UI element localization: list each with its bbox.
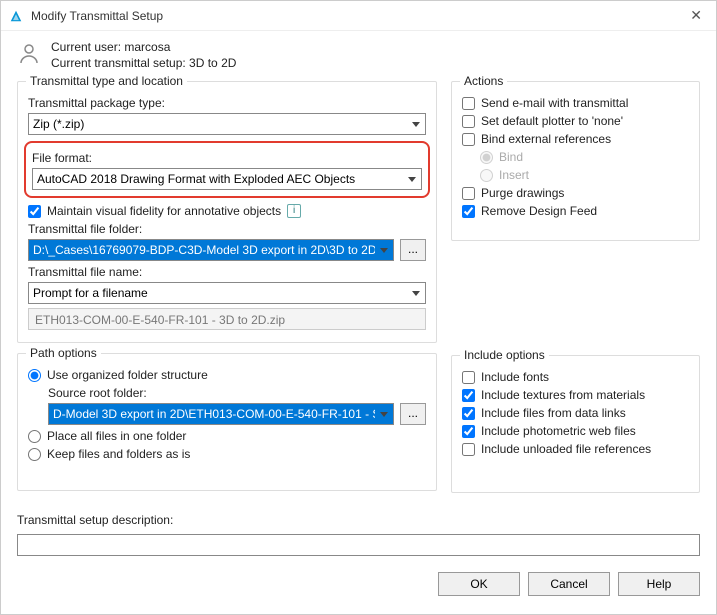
keep-files-label: Keep files and folders as is bbox=[47, 447, 190, 461]
file-format-highlight: File format: AutoCAD 2018 Drawing Format… bbox=[24, 141, 430, 198]
file-folder-select[interactable]: D:\_Cases\16769079-BDP-C3D-Model 3D expo… bbox=[28, 239, 394, 261]
user-info: Current user: marcosa Current transmitta… bbox=[17, 39, 700, 71]
current-setup-label: Current transmittal setup: 3D to 2D bbox=[51, 55, 236, 71]
close-icon[interactable]: ✕ bbox=[684, 7, 708, 24]
remove-feed-label: Remove Design Feed bbox=[481, 204, 597, 218]
package-type-select[interactable]: Zip (*.zip) bbox=[28, 113, 426, 135]
default-plotter-checkbox[interactable] bbox=[462, 115, 475, 128]
include-textures-label: Include textures from materials bbox=[481, 388, 645, 402]
remove-feed-checkbox[interactable] bbox=[462, 205, 475, 218]
package-type-label: Transmittal package type: bbox=[28, 96, 426, 110]
place-all-label: Place all files in one folder bbox=[47, 429, 186, 443]
maintain-fidelity-checkbox[interactable] bbox=[28, 205, 41, 218]
bind-label: Bind bbox=[499, 150, 523, 164]
group-title-actions: Actions bbox=[460, 74, 507, 88]
insert-radio bbox=[480, 169, 493, 182]
readonly-file-name: ETH013-COM-00-E-540-FR-101 - 3D to 2D.zi… bbox=[28, 308, 426, 330]
keep-files-radio[interactable] bbox=[28, 448, 41, 461]
cancel-button[interactable]: Cancel bbox=[528, 572, 610, 596]
file-name-select[interactable]: Prompt for a filename bbox=[28, 282, 426, 304]
default-plotter-label: Set default plotter to 'none' bbox=[481, 114, 623, 128]
file-folder-label: Transmittal file folder: bbox=[28, 222, 426, 236]
description-label: Transmittal setup description: bbox=[17, 513, 700, 527]
source-root-select[interactable]: D-Model 3D export in 2D\ETH013-COM-00-E-… bbox=[48, 403, 394, 425]
include-textures-checkbox[interactable] bbox=[462, 389, 475, 402]
browse-source-button[interactable]: ... bbox=[400, 403, 426, 425]
purge-label: Purge drawings bbox=[481, 186, 564, 200]
file-name-label: Transmittal file name: bbox=[28, 265, 426, 279]
group-actions: Actions Send e-mail with transmittal Set… bbox=[451, 81, 700, 241]
current-user-label: Current user: marcosa bbox=[51, 39, 236, 55]
include-unloaded-label: Include unloaded file references bbox=[481, 442, 651, 456]
include-photometric-checkbox[interactable] bbox=[462, 425, 475, 438]
include-datalinks-checkbox[interactable] bbox=[462, 407, 475, 420]
titlebar: Modify Transmittal Setup ✕ bbox=[1, 1, 716, 31]
info-icon[interactable]: i bbox=[287, 204, 301, 218]
include-datalinks-label: Include files from data links bbox=[481, 406, 626, 420]
group-include-options: Include options Include fonts Include te… bbox=[451, 355, 700, 493]
include-unloaded-checkbox[interactable] bbox=[462, 443, 475, 456]
bind-radio bbox=[480, 151, 493, 164]
app-icon bbox=[9, 9, 23, 23]
source-root-label: Source root folder: bbox=[48, 386, 426, 400]
dialog-buttons: OK Cancel Help bbox=[1, 566, 716, 608]
insert-label: Insert bbox=[499, 168, 529, 182]
file-format-select[interactable]: AutoCAD 2018 Drawing Format with Explode… bbox=[32, 168, 422, 190]
ok-button[interactable]: OK bbox=[438, 572, 520, 596]
help-button[interactable]: Help bbox=[618, 572, 700, 596]
window-title: Modify Transmittal Setup bbox=[31, 9, 684, 23]
send-email-checkbox[interactable] bbox=[462, 97, 475, 110]
include-photometric-label: Include photometric web files bbox=[481, 424, 636, 438]
bind-xrefs-label: Bind external references bbox=[481, 132, 611, 146]
group-type-location: Transmittal type and location Transmitta… bbox=[17, 81, 437, 343]
purge-checkbox[interactable] bbox=[462, 187, 475, 200]
use-organized-label: Use organized folder structure bbox=[47, 368, 208, 382]
bind-xrefs-checkbox[interactable] bbox=[462, 133, 475, 146]
description-input[interactable] bbox=[17, 534, 700, 556]
include-fonts-checkbox[interactable] bbox=[462, 371, 475, 384]
use-organized-radio[interactable] bbox=[28, 369, 41, 382]
browse-folder-button[interactable]: ... bbox=[400, 239, 426, 261]
group-title-path: Path options bbox=[26, 346, 101, 360]
send-email-label: Send e-mail with transmittal bbox=[481, 96, 628, 110]
group-title-include: Include options bbox=[460, 348, 549, 362]
place-all-radio[interactable] bbox=[28, 430, 41, 443]
maintain-fidelity-label: Maintain visual fidelity for annotative … bbox=[47, 204, 281, 218]
user-icon bbox=[17, 41, 41, 65]
group-path-options: Path options Use organized folder struct… bbox=[17, 353, 437, 491]
group-title-type-loc: Transmittal type and location bbox=[26, 74, 187, 88]
include-fonts-label: Include fonts bbox=[481, 370, 549, 384]
file-format-label: File format: bbox=[32, 151, 422, 165]
